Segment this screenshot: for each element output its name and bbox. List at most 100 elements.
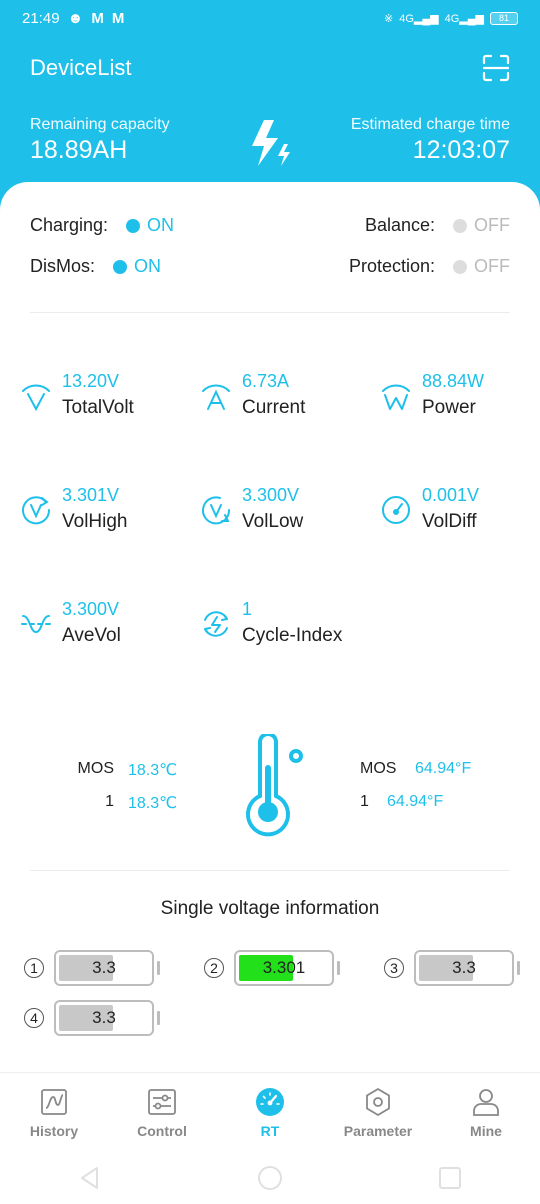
charging-label: Charging: xyxy=(30,215,109,235)
cell-index: 2 xyxy=(204,958,224,978)
cell-battery-icon: 3.3 xyxy=(54,1000,154,1036)
home-icon[interactable] xyxy=(257,1165,283,1191)
estimated-charge-time: Estimated charge time 12:03:07 xyxy=(351,116,510,165)
dismos-state: DisMos: ON xyxy=(30,256,161,277)
charge-time-value: 12:03:07 xyxy=(412,136,510,164)
state-row-2: DisMos: ON Protection: OFF xyxy=(30,256,510,277)
dismos-label: DisMos: xyxy=(30,256,96,276)
protection-status-dot xyxy=(453,259,467,274)
balance-value: OFF xyxy=(474,215,510,235)
ave-vol-value: 3.300V xyxy=(62,599,120,619)
status-time: 21:49 xyxy=(22,9,60,27)
temp-label: 1 xyxy=(105,793,114,810)
thermometer-icon xyxy=(246,734,303,837)
cell-battery-icon: 3.3 xyxy=(54,950,154,986)
protection-value: OFF xyxy=(474,256,510,276)
cell-index: 3 xyxy=(384,958,404,978)
nav-rt[interactable]: RT xyxy=(216,1073,324,1152)
temp-label: MOS xyxy=(360,760,397,777)
balance-state: Balance: OFF xyxy=(365,215,510,236)
nav-control[interactable]: Control xyxy=(108,1073,216,1152)
temp-value: 18.3℃ xyxy=(128,795,178,812)
user-icon xyxy=(473,1089,499,1116)
history-chart-icon xyxy=(41,1089,67,1115)
nav-control-label: Control xyxy=(137,1123,187,1139)
dismos-value: ON xyxy=(134,256,162,276)
recents-icon[interactable] xyxy=(437,1165,463,1191)
temp-label: MOS xyxy=(77,760,114,777)
cell-4: 4 3.3 xyxy=(24,1000,160,1036)
charging-state: Charging: ON xyxy=(30,215,174,236)
rt-gauge-icon xyxy=(256,1088,284,1116)
bottom-nav: History Control RT Parameter Mine xyxy=(0,1072,540,1152)
metric-vol-high: 3.301V VolHigh xyxy=(20,482,128,536)
power-icon xyxy=(382,384,410,410)
cycle-index-label: Cycle-Index xyxy=(242,625,343,646)
current-label: Current xyxy=(242,397,306,418)
single-voltage-title: Single voltage information xyxy=(160,898,380,919)
cell-voltage: 3.301 xyxy=(262,958,306,977)
state-row-1: Charging: ON Balance: OFF xyxy=(30,215,510,236)
protection-state: Protection: OFF xyxy=(349,256,510,277)
cell-voltage: 3.3 xyxy=(92,958,116,977)
metric-ave-vol: 3.300V AveVol xyxy=(20,596,121,650)
battery-icon: 81 xyxy=(490,11,518,25)
nav-parameter[interactable]: Parameter xyxy=(324,1073,432,1152)
vol-low-value: 3.300V xyxy=(242,485,300,505)
vol-high-label: VolHigh xyxy=(62,511,128,532)
cycle-icon xyxy=(204,611,228,637)
gmail-icon: M xyxy=(91,9,104,27)
balance-label: Balance: xyxy=(364,215,435,235)
temp-label: 1 xyxy=(360,793,369,810)
page-title: DeviceList xyxy=(30,55,132,80)
cell-battery-tip xyxy=(517,961,520,975)
parameter-hexagon-icon xyxy=(366,1088,390,1116)
nav-mine[interactable]: Mine xyxy=(432,1073,540,1152)
metric-vol-diff: 0.001V VolDiff xyxy=(380,482,479,536)
system-nav-bar xyxy=(0,1152,540,1204)
back-icon[interactable] xyxy=(77,1165,103,1191)
control-sliders-icon xyxy=(148,1089,176,1115)
total-volt-icon xyxy=(22,384,50,412)
cell-2: 2 3.301 xyxy=(204,950,340,986)
divider xyxy=(30,870,510,871)
cell-index: 1 xyxy=(24,958,44,978)
nav-history-label: History xyxy=(29,1123,79,1139)
cell-battery-icon: 3.301 xyxy=(234,950,334,986)
remaining-capacity: Remaining capacity 18.89AH xyxy=(30,116,170,165)
scan-icon[interactable] xyxy=(482,54,510,82)
cycle-index-value: 1 xyxy=(242,599,253,619)
gauge-icon xyxy=(382,496,410,524)
power-label: Power xyxy=(422,397,476,418)
metric-power: 88.84W Power xyxy=(380,368,484,422)
temp-celsius-1: 1 18.3℃ xyxy=(60,793,177,813)
cell-battery-tip xyxy=(157,1011,160,1025)
signal-4g-icon: 4G▂▄▆ xyxy=(399,12,439,25)
nav-rt-label: RT xyxy=(260,1123,280,1139)
vol-diff-label: VolDiff xyxy=(422,511,477,532)
nav-parameter-label: Parameter xyxy=(343,1123,413,1139)
cell-battery-icon: 3.3 xyxy=(414,950,514,986)
cell-battery-tip xyxy=(157,961,160,975)
metric-vol-low: 3.300V VolLow xyxy=(200,482,303,536)
dismos-status-dot xyxy=(113,259,128,274)
charge-time-label: Estimated charge time xyxy=(350,116,510,133)
balance-status-dot xyxy=(453,218,467,233)
temp-celsius-mos: MOS 18.3℃ xyxy=(60,760,178,780)
cell-3: 3 3.3 xyxy=(384,950,520,986)
charging-bolt-icon xyxy=(252,120,290,166)
charging-status-dot xyxy=(126,218,141,233)
divider xyxy=(30,312,510,313)
temp-fahrenheit-1: 1 64.94°F xyxy=(360,793,443,811)
vol-low-label: VolLow xyxy=(242,511,304,532)
temp-value: 64.94°F xyxy=(387,793,444,810)
metric-cycle-index: 1 Cycle-Index xyxy=(200,596,342,650)
power-value: 88.84W xyxy=(422,371,485,391)
cell-battery-tip xyxy=(337,961,340,975)
vol-low-icon xyxy=(202,496,231,525)
metric-current: 6.73A Current xyxy=(200,368,305,422)
vol-high-value: 3.301V xyxy=(62,485,120,505)
nav-history[interactable]: History xyxy=(0,1073,108,1152)
remaining-capacity-value: 18.89AH xyxy=(30,136,128,164)
metric-total-volt: 13.20V TotalVolt xyxy=(20,368,134,422)
